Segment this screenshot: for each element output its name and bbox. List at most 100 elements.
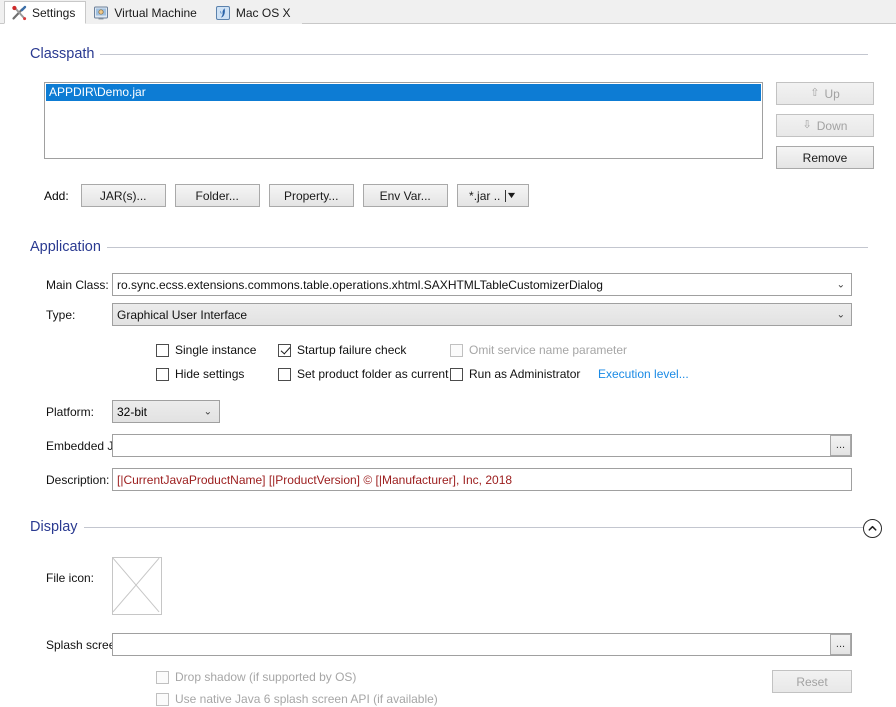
move-up-button[interactable]: ⇧ Up	[776, 82, 874, 105]
tools-icon	[11, 5, 27, 21]
add-folder-button[interactable]: Folder...	[174, 184, 260, 207]
checkbox-label: Startup failure check	[297, 343, 407, 357]
main-class-row: Main Class: ro.sync.ecss.extensions.comm…	[0, 273, 896, 296]
type-row: Type: Graphical User Interface ⌄	[0, 303, 896, 326]
checkbox-startup-failure-check[interactable]: Startup failure check	[278, 343, 450, 357]
checkbox-box	[156, 692, 169, 706]
section-title: Classpath	[30, 46, 95, 62]
type-label: Type:	[46, 307, 76, 322]
remove-button[interactable]: Remove	[776, 146, 874, 169]
classpath-section-header: Classpath	[0, 46, 896, 62]
list-item[interactable]: APPDIR\Demo.jar	[46, 84, 761, 101]
classpath-list[interactable]: APPDIR\Demo.jar	[44, 82, 763, 159]
splash-checkbox-group: Drop shadow (if supported by OS) Use nat…	[112, 670, 772, 706]
platform-row: Platform: 32-bit ⌄	[0, 400, 896, 423]
jar-filter-value: *.jar ..	[469, 188, 501, 203]
settings-content: Classpath APPDIR\Demo.jar ⇧ Up ⇩ Down Re…	[0, 46, 896, 706]
classpath-add-row: Add: JAR(s)... Folder... Property... Env…	[0, 184, 896, 207]
section-title: Application	[30, 239, 101, 255]
browse-button[interactable]: ...	[830, 435, 851, 456]
section-divider	[100, 53, 868, 55]
chevron-down-icon: ⌄	[203, 406, 212, 417]
display-section: Display File icon: Splash screen: ... Dr…	[0, 519, 896, 706]
checkbox-run-as-administrator[interactable]: Run as Administrator	[450, 367, 598, 381]
embedded-jar-input[interactable]: ...	[112, 434, 852, 457]
tab-settings[interactable]: Settings	[4, 1, 87, 24]
tab-label: Virtual Machine	[114, 6, 197, 20]
file-icon-row: File icon:	[0, 557, 896, 615]
options-row-1: Single instance Startup failure check Om…	[156, 340, 896, 360]
add-label: Add:	[44, 188, 69, 203]
type-value: Graphical User Interface	[117, 307, 248, 322]
classpath-section: Classpath APPDIR\Demo.jar ⇧ Up ⇩ Down Re…	[0, 46, 896, 207]
main-class-input[interactable]: ro.sync.ecss.extensions.commons.table.op…	[112, 273, 852, 296]
checkbox-box	[278, 343, 291, 357]
button-label: Reset	[796, 674, 828, 689]
description-input[interactable]: [|CurrentJavaProductName] [|ProductVersi…	[112, 468, 852, 491]
tab-mac-os-x[interactable]: Mac OS X	[207, 1, 302, 24]
checkbox-label: Omit service name parameter	[469, 343, 628, 357]
checkbox-box	[278, 367, 291, 381]
type-select[interactable]: Graphical User Interface ⌄	[112, 303, 852, 326]
splash-screen-row: Splash screen: ...	[0, 633, 896, 656]
platform-label: Platform:	[46, 404, 95, 419]
add-env-var-button[interactable]: Env Var...	[362, 184, 448, 207]
button-label: Up	[824, 86, 840, 101]
chevron-down-icon: ⌄	[836, 309, 845, 320]
tab-bar: Settings Virtual Machine Mac OS X	[0, 0, 896, 24]
checkbox-label: Set product folder as current	[297, 367, 449, 381]
checkbox-hide-settings[interactable]: Hide settings	[156, 367, 278, 381]
platform-value: 32-bit	[117, 404, 148, 419]
platform-select[interactable]: 32-bit ⌄	[112, 400, 220, 423]
classpath-side-buttons: ⇧ Up ⇩ Down Remove	[776, 82, 874, 169]
arrow-up-icon: ⇧	[810, 87, 820, 99]
description-value: [|CurrentJavaProductName] [|ProductVersi…	[117, 472, 513, 487]
checkbox-box	[156, 670, 169, 684]
button-label: Down	[816, 118, 848, 133]
chevron-up-circle-icon[interactable]	[863, 519, 882, 538]
checkbox-single-instance[interactable]: Single instance	[156, 343, 278, 357]
monitor-icon	[93, 5, 109, 21]
move-down-button[interactable]: ⇩ Down	[776, 114, 874, 137]
options-row-2: Hide settings Set product folder as curr…	[156, 364, 896, 384]
browse-button[interactable]: ...	[830, 634, 851, 655]
splash-screen-input[interactable]: ...	[112, 633, 852, 656]
tab-label: Settings	[32, 5, 76, 20]
description-row: Description: [|CurrentJavaProductName] […	[0, 468, 896, 491]
file-icon-preview[interactable]	[112, 557, 162, 615]
classpath-editor: APPDIR\Demo.jar ⇧ Up ⇩ Down Remove	[0, 82, 896, 169]
checkbox-box	[450, 367, 463, 381]
button-label: Env Var...	[379, 188, 431, 203]
tab-label: Mac OS X	[235, 6, 291, 20]
section-divider	[83, 526, 868, 528]
application-options: Single instance Startup failure check Om…	[0, 340, 896, 384]
embedded-jar-row: Embedded JAR: ...	[0, 434, 896, 457]
embedded-jar-label: Embedded JAR:	[46, 438, 134, 453]
checkbox-label: Use native Java 6 splash screen API (if …	[175, 692, 438, 706]
checkbox-label: Single instance	[175, 343, 257, 357]
application-section: Application Main Class: ro.sync.ecss.ext…	[0, 239, 896, 491]
reset-button[interactable]: Reset	[772, 670, 852, 693]
checkbox-box	[156, 343, 169, 357]
application-section-header: Application	[0, 239, 896, 255]
splash-screen-label: Splash screen:	[46, 637, 126, 652]
file-icon-label: File icon:	[46, 571, 95, 585]
checkbox-drop-shadow: Drop shadow (if supported by OS)	[156, 670, 772, 684]
button-label: JAR(s)...	[99, 188, 147, 203]
checkbox-set-product-folder-as-current[interactable]: Set product folder as current	[278, 367, 450, 381]
button-label: Folder...	[195, 188, 239, 203]
section-title: Display	[30, 519, 78, 535]
jar-filter-combo[interactable]: *.jar .. ▼	[456, 184, 529, 207]
button-label: Remove	[802, 150, 848, 165]
tab-virtual-machine[interactable]: Virtual Machine	[86, 1, 208, 24]
section-divider	[106, 246, 868, 248]
checkbox-label: Hide settings	[175, 367, 245, 381]
apple-platform-icon	[215, 5, 231, 21]
add-property-button[interactable]: Property...	[268, 184, 354, 207]
execution-level-link[interactable]: Execution level...	[598, 367, 689, 381]
add-jars-button[interactable]: JAR(s)...	[80, 184, 166, 207]
checkbox-box	[156, 367, 169, 381]
splash-options-row: Drop shadow (if supported by OS) Use nat…	[0, 670, 896, 706]
display-section-header: Display	[0, 519, 896, 535]
checkbox-label: Drop shadow (if supported by OS)	[175, 670, 357, 684]
